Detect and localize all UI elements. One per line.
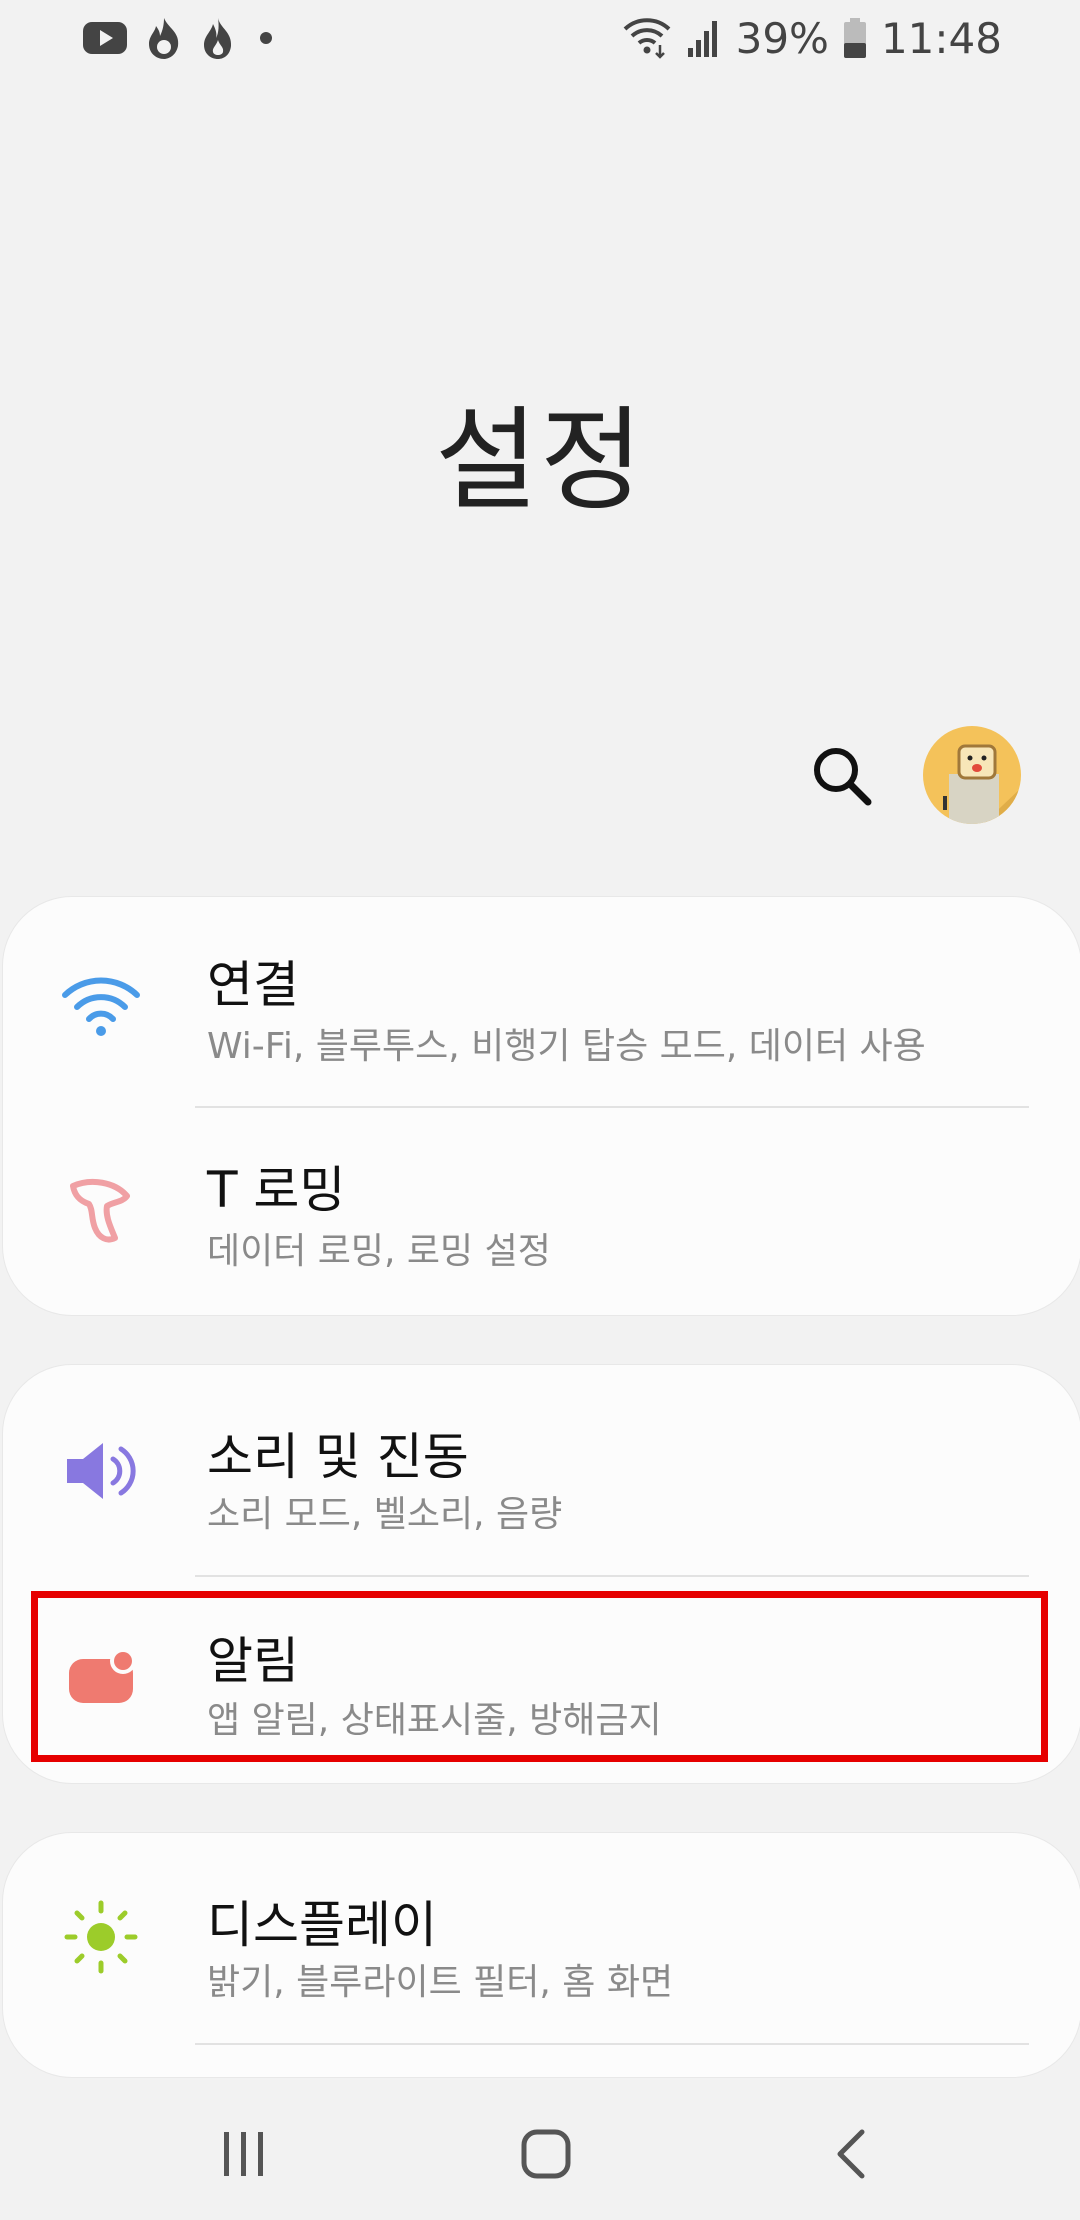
battery-percent: 39%	[735, 13, 829, 63]
recent-apps-icon	[224, 2132, 263, 2176]
home-button[interactable]	[506, 2120, 586, 2190]
home-icon	[521, 2129, 571, 2179]
setting-subtitle: 데이터 로밍, 로밍 설정	[207, 1231, 551, 1272]
notification-icon	[61, 1639, 141, 1719]
battery-icon	[843, 17, 867, 59]
divider	[195, 2043, 1029, 2045]
t-roaming-icon	[61, 1172, 141, 1252]
flame-icon	[200, 16, 236, 60]
tinder-flame-icon	[146, 16, 182, 60]
recent-apps-button[interactable]	[204, 2120, 284, 2190]
search-icon	[814, 748, 872, 806]
status-bar: 39% 11:48	[0, 0, 1080, 76]
clock: 11:48	[880, 13, 1002, 63]
page-title: 설정	[434, 396, 646, 526]
youtube-icon	[82, 21, 128, 55]
setting-subtitle: 앱 알림, 상태표시줄, 방해금지	[207, 1700, 662, 1741]
setting-item-notifications[interactable]: 알림 앱 알림, 상태표시줄, 방해금지	[3, 1577, 1080, 1783]
search-button[interactable]	[806, 740, 878, 812]
setting-subtitle: Wi-Fi, 블루투스, 비행기 탑승 모드, 데이터 사용	[207, 1026, 926, 1067]
settings-group-3: 디스플레이 밝기, 블루라이트 필터, 홈 화면	[2, 1832, 1080, 2078]
signal-icon	[686, 18, 722, 58]
speaker-icon	[61, 1431, 141, 1511]
status-right: 39% 11:48	[622, 10, 1002, 66]
setting-subtitle: 소리 모드, 벨소리, 음량	[207, 1494, 563, 1535]
setting-title: T 로밍	[207, 1161, 346, 1219]
back-button[interactable]	[810, 2120, 890, 2190]
navigation-bar	[0, 2080, 1080, 2220]
setting-item-t-roaming[interactable]: T 로밍 데이터 로밍, 로밍 설정	[3, 1108, 1080, 1315]
brightness-icon	[61, 1897, 141, 1977]
settings-group-2: 소리 및 진동 소리 모드, 벨소리, 음량 알림 앱 알림, 상태표시줄, 방…	[2, 1364, 1080, 1784]
setting-title: 디스플레이	[207, 1896, 437, 1954]
wifi-icon	[61, 967, 141, 1047]
settings-group-1: 연결 Wi-Fi, 블루투스, 비행기 탑승 모드, 데이터 사용 T 로밍 데…	[2, 896, 1080, 1316]
setting-item-connections[interactable]: 연결 Wi-Fi, 블루투스, 비행기 탑승 모드, 데이터 사용	[3, 897, 1080, 1107]
setting-subtitle: 밝기, 블루라이트 필터, 홈 화면	[207, 1962, 674, 2003]
profile-avatar[interactable]	[923, 726, 1021, 824]
dot-icon	[254, 26, 278, 50]
setting-title: 소리 및 진동	[207, 1428, 469, 1486]
setting-title: 알림	[207, 1632, 299, 1690]
wifi-status-icon	[622, 17, 672, 59]
setting-title: 연결	[207, 956, 299, 1014]
back-icon	[837, 2129, 865, 2179]
status-left-icons	[82, 14, 278, 62]
setting-item-sound-vibration[interactable]: 소리 및 진동 소리 모드, 벨소리, 음량	[3, 1365, 1080, 1575]
setting-item-display[interactable]: 디스플레이 밝기, 블루라이트 필터, 홈 화면	[3, 1833, 1080, 2043]
